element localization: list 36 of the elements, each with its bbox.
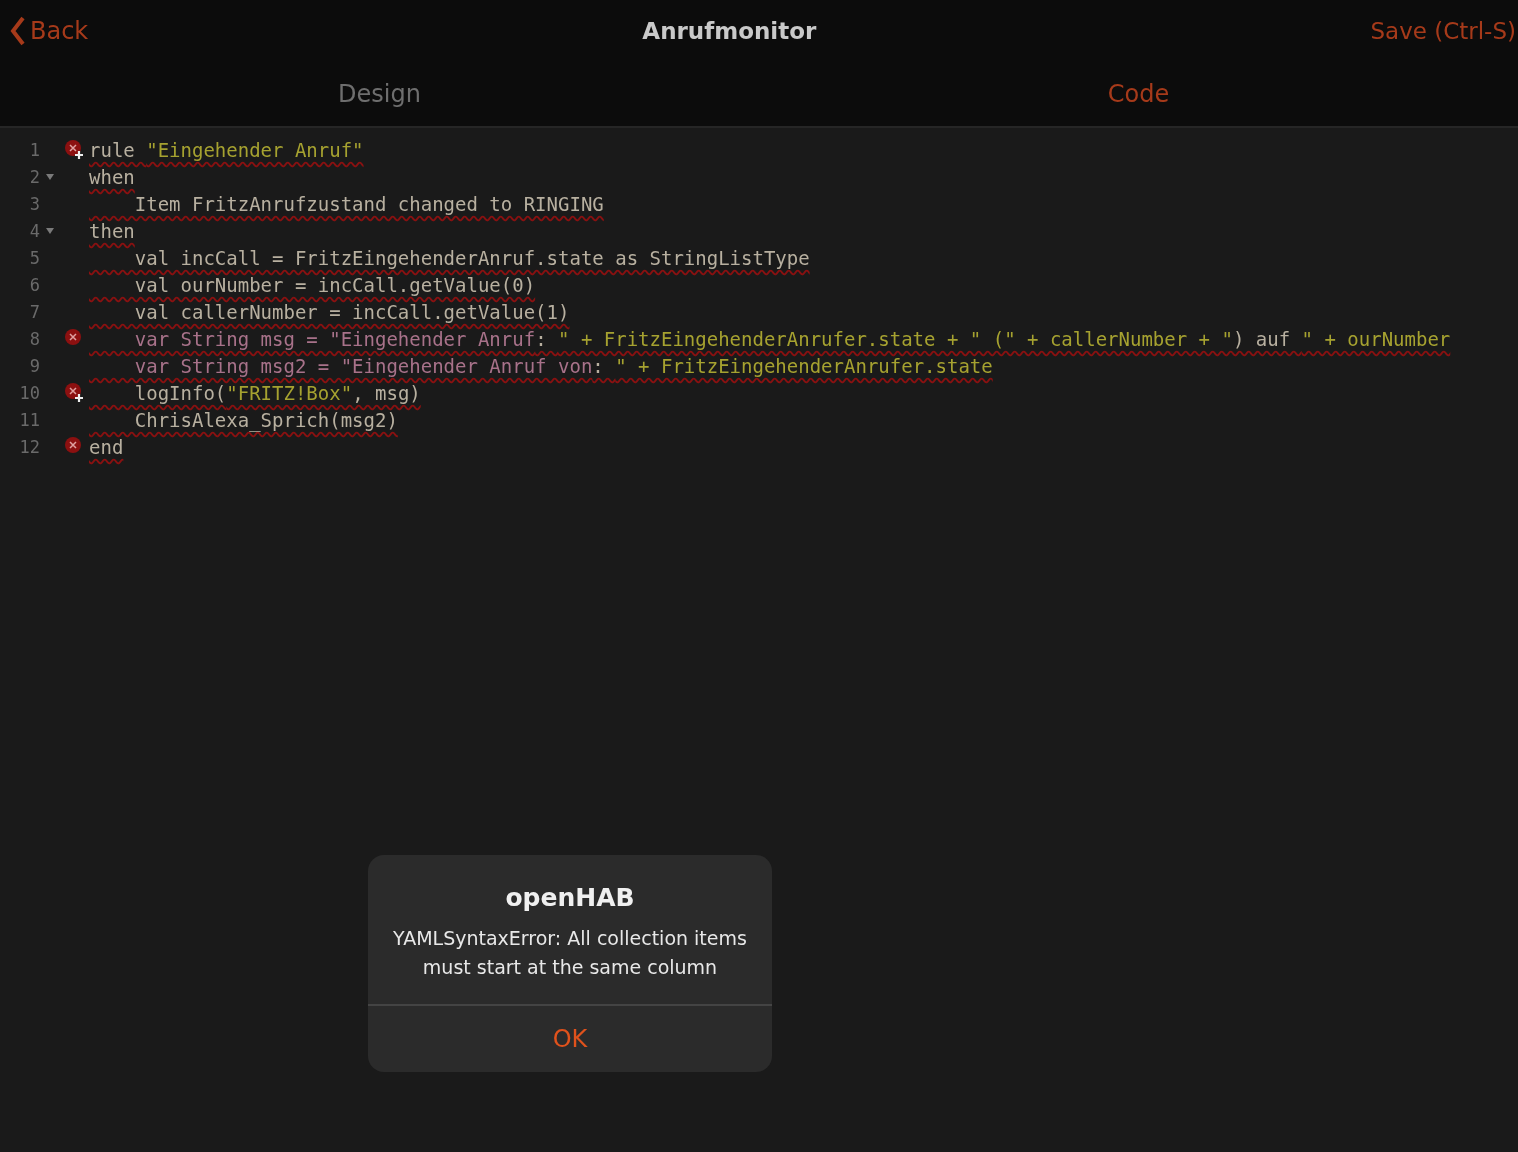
dialog-title: openHAB	[505, 883, 635, 912]
back-button[interactable]: Back	[10, 16, 89, 46]
line-number: 11	[18, 409, 40, 430]
line-number: 4	[28, 220, 40, 241]
line-number: 1	[28, 139, 40, 160]
code-line: rule "Eingehender Anruf"	[89, 138, 364, 161]
code-line: Item FritzAnrufzustand changed to RINGING	[133, 192, 604, 215]
line-number: 6	[28, 274, 40, 295]
code-line: logInfo("FRITZ!Box", msg)	[133, 381, 421, 404]
fold-caret-icon[interactable]	[46, 227, 54, 234]
code-line: when	[89, 165, 135, 188]
page-title: Anrufmonitor	[642, 18, 817, 44]
code-line: var String msg = "Eingehender Anruf: " + FritzEingehenderAnrufer.state + " (" + callerNumber + ") auf " + ourNumber	[133, 327, 1451, 350]
code-line: then	[89, 219, 135, 242]
code-line: ChrisAlexa_Sprich(msg2)	[133, 408, 398, 431]
code-line: val incCall = FritzEingehenderAnruf.state as StringListType	[133, 246, 810, 269]
line-number: 2	[28, 166, 40, 187]
dialog-message: YAMLSyntaxError: All collection items must start at the same column	[392, 926, 748, 980]
line-number: 5	[28, 247, 40, 268]
line-number: 7	[28, 301, 40, 322]
line-number: 10	[18, 382, 40, 403]
line-number: 9	[28, 355, 40, 376]
line-number: 12	[18, 436, 40, 457]
line-number: 3	[28, 193, 40, 214]
save-button[interactable]: Save (Ctrl-S)	[1370, 18, 1516, 44]
fold-caret-icon[interactable]	[46, 173, 54, 180]
code-line: end	[89, 435, 124, 458]
code-line: var String msg2 = "Eingehender Anruf von: " + FritzEingehenderAnrufer.state	[133, 354, 993, 377]
back-label: Back	[30, 17, 89, 45]
ok-button[interactable]: OK	[368, 1006, 772, 1072]
code-line: val ourNumber = incCall.getValue(0)	[133, 273, 536, 296]
tab[interactable]: Design	[0, 62, 759, 126]
tab[interactable]: Code	[759, 62, 1518, 126]
line-number: 8	[28, 328, 40, 349]
chevron-left-icon	[10, 16, 26, 46]
code-line: val callerNumber = incCall.getValue(1)	[133, 300, 570, 323]
